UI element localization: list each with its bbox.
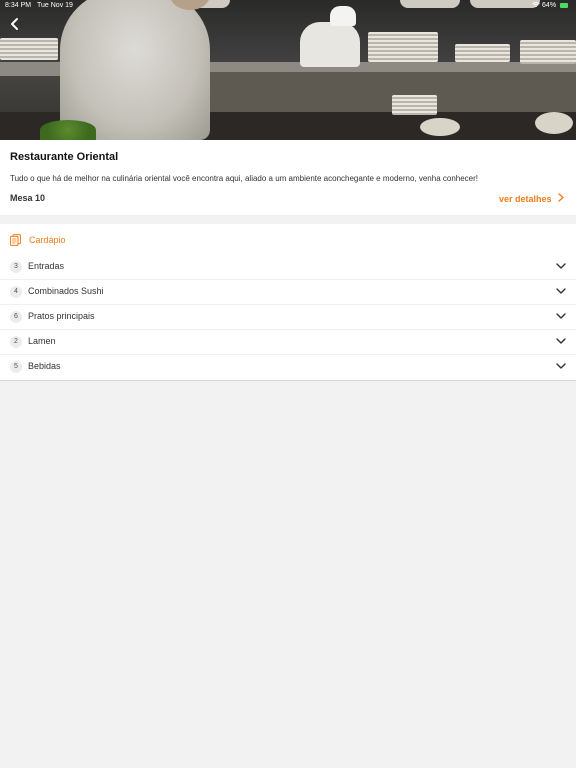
chevron-down-icon: [556, 313, 566, 319]
hero-plates: [368, 32, 438, 62]
battery-percent: 64%: [542, 2, 557, 9]
wifi-icon: [532, 2, 540, 8]
chevron-right-icon: [558, 193, 564, 202]
menu-title: Cardápio: [29, 235, 66, 245]
chevron-down-icon: [556, 363, 566, 369]
status-right: 64%: [532, 2, 568, 9]
hero-image: [0, 0, 576, 140]
restaurant-info: Restaurante Oriental Tudo o que há de me…: [0, 140, 576, 215]
menu-section: Cardápio 3 Entradas 4 Combinados Sushi 6…: [0, 224, 576, 381]
category-name: Entradas: [28, 261, 65, 271]
hero-bowl: [535, 112, 573, 134]
hero-plates: [520, 40, 576, 64]
category-name: Combinados Sushi: [28, 286, 104, 296]
table-label: Mesa 10: [10, 193, 46, 203]
view-details-label: ver detalhes: [498, 194, 552, 204]
status-date: Tue Nov 19: [37, 2, 73, 9]
chevron-down-icon: [556, 263, 566, 269]
chevron-down-icon: [556, 338, 566, 344]
status-bar: 8:34 PM Tue Nov 19 64%: [0, 0, 576, 12]
category-name: Lamen: [28, 336, 56, 346]
battery-icon: [560, 2, 568, 8]
category-count-badge: 5: [10, 361, 22, 373]
category-count-badge: 3: [10, 261, 22, 273]
menu-category-lamen[interactable]: 2 Lamen: [0, 329, 576, 355]
view-details-link[interactable]: ver detalhes: [499, 193, 564, 204]
hero-plates: [0, 38, 58, 60]
hero-chef-foreground: [60, 0, 210, 140]
category-count-badge: 2: [10, 336, 22, 348]
chevron-left-icon: [11, 18, 18, 30]
back-button[interactable]: [8, 17, 22, 31]
menu-category-combinados-sushi[interactable]: 4 Combinados Sushi: [0, 279, 576, 305]
hero-plates: [455, 44, 510, 62]
hero-bowl: [420, 118, 460, 136]
menu-category-pratos-principais[interactable]: 6 Pratos principais: [0, 304, 576, 330]
menu-header[interactable]: Cardápio: [10, 233, 66, 247]
chevron-down-icon: [556, 288, 566, 294]
hero-counter-front: [180, 72, 576, 112]
hero-chef: [300, 22, 360, 67]
category-count-badge: 4: [10, 286, 22, 298]
category-count-badge: 6: [10, 311, 22, 323]
menu-category-entradas[interactable]: 3 Entradas: [0, 254, 576, 280]
menu-book-icon: [10, 234, 21, 246]
menu-category-bebidas[interactable]: 5 Bebidas: [0, 354, 576, 379]
category-name: Bebidas: [28, 361, 61, 371]
restaurant-name: Restaurante Oriental: [10, 151, 119, 163]
restaurant-description: Tudo o que há de melhor na culinária ori…: [10, 174, 479, 183]
hero-plates: [392, 95, 437, 115]
status-time: 8:34 PM: [5, 2, 32, 9]
hero-herbs: [40, 120, 96, 140]
category-name: Pratos principais: [28, 311, 95, 321]
